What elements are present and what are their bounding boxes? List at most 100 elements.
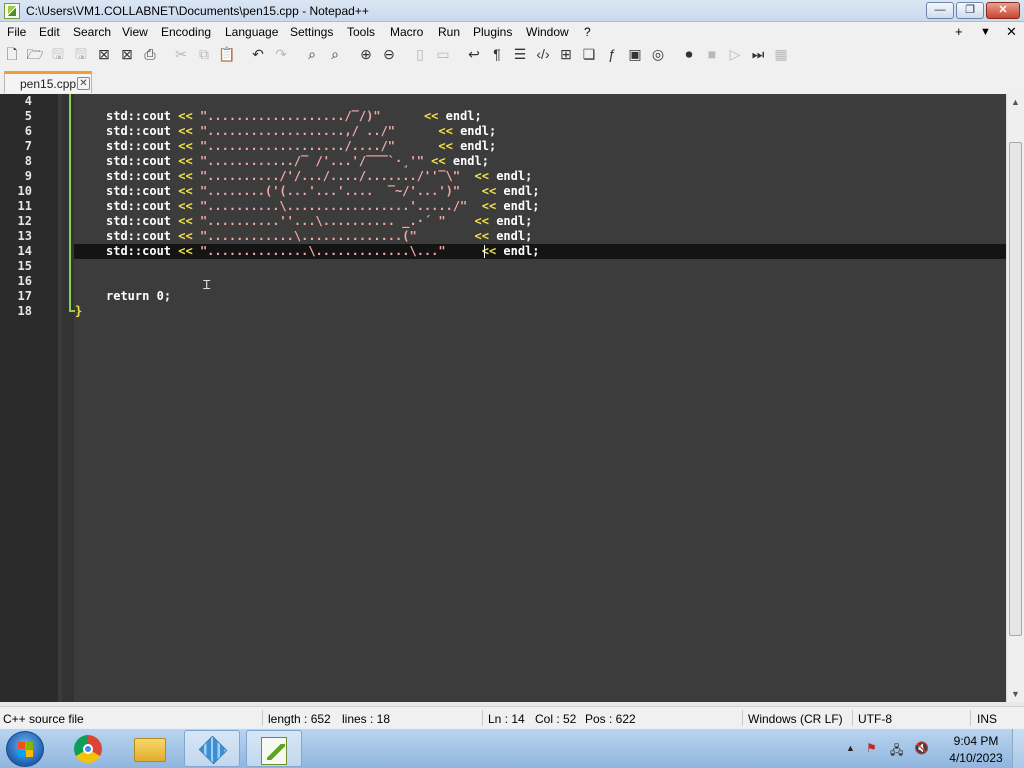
sync-vertical-icon[interactable]: ▯ (411, 45, 429, 63)
focus-mode-icon[interactable]: ◎ (649, 45, 667, 63)
menu-bar: File Edit Search View Encoding Language … (0, 22, 1024, 42)
code-line: std::cout << "...................,/ ../"… (106, 124, 496, 138)
menu-tools[interactable]: Tools (347, 25, 375, 39)
save-icon[interactable]: 🖫 (49, 45, 67, 63)
menu-view[interactable]: View (122, 25, 148, 39)
tab-pen15-cpp[interactable]: pen15.cpp ✕ (4, 71, 92, 93)
close-all-icon[interactable]: ⊠ (118, 45, 136, 63)
minimize-button[interactable]: — (926, 2, 954, 19)
menu-file[interactable]: File (7, 25, 26, 39)
menu-search[interactable]: Search (73, 25, 111, 39)
line-number: 13 (17, 229, 32, 243)
copy-icon[interactable]: ⧉ (195, 45, 213, 63)
status-separator (262, 710, 263, 726)
code-token-endl: endl; (445, 109, 482, 123)
close-document-icon[interactable]: ✕ (1006, 24, 1017, 40)
code-token-operator: << (178, 214, 193, 228)
menu-language[interactable]: Language (225, 25, 278, 39)
status-insert-mode[interactable]: INS (977, 712, 997, 726)
new-tab-plus-icon[interactable]: + (955, 24, 963, 39)
restore-button[interactable]: ❐ (956, 2, 984, 19)
undo-icon[interactable]: ↶ (249, 45, 267, 63)
word-wrap-icon[interactable]: ↩ (465, 45, 483, 63)
code-token-string: "..........\.................'...../" (199, 199, 468, 213)
vertical-scrollbar[interactable]: ▲ ▼ (1006, 94, 1024, 702)
new-file-icon[interactable]: 🗋 (3, 45, 21, 63)
show-desktop-button[interactable] (1012, 729, 1024, 768)
line-number: 15 (17, 259, 32, 273)
stop-macro-icon[interactable]: ■ (703, 45, 721, 63)
taskbar-notepadpp[interactable] (246, 730, 302, 767)
menu-run[interactable]: Run (438, 25, 460, 39)
taskbar-file-explorer[interactable] (122, 730, 178, 767)
action-center-flag-icon[interactable]: ⚑ (866, 741, 877, 755)
sync-horizontal-icon[interactable]: ▭ (434, 45, 452, 63)
title-bar[interactable]: C:\Users\VM1.COLLABNET\Documents\pen15.c… (0, 0, 1024, 22)
replace-icon[interactable]: ⌕ (326, 45, 344, 63)
menu-help[interactable]: ? (584, 25, 591, 39)
run-macro-multiple-icon[interactable]: ⏭ (749, 45, 767, 63)
line-number: 5 (24, 109, 32, 123)
clock-date[interactable]: 4/10/2023 (944, 751, 1008, 765)
zoom-in-icon[interactable]: ⊕ (357, 45, 375, 63)
code-token-operator: << (438, 139, 453, 153)
volume-muted-icon[interactable]: 🔇 (914, 741, 929, 755)
line-number: 8 (24, 154, 32, 168)
menu-encoding[interactable]: Encoding (161, 25, 211, 39)
save-all-icon[interactable]: 🖫 (72, 45, 90, 63)
code-token-operator: << (431, 154, 446, 168)
xml-tag-icon[interactable]: ‹/› (534, 45, 552, 63)
document-map-icon[interactable]: ⊞ (557, 45, 575, 63)
code-line: std::cout << "..........\...............… (106, 199, 540, 213)
function-list-icon[interactable]: ❏ (580, 45, 598, 63)
zoom-out-icon[interactable]: ⊖ (380, 45, 398, 63)
play-macro-icon[interactable]: ▷ (726, 45, 744, 63)
save-macro-icon[interactable]: ▦ (772, 45, 790, 63)
fold-margin[interactable] (62, 94, 74, 702)
status-length: length : 652 (268, 712, 331, 726)
notepadpp-app-icon[interactable] (4, 3, 20, 19)
tab-close-icon[interactable]: ✕ (77, 77, 90, 90)
code-token-cout: std::cout (106, 169, 172, 183)
monitor-icon[interactable]: ▣ (626, 45, 644, 63)
taskbar-virtualbox[interactable] (184, 730, 240, 767)
close-icon[interactable]: ⊠ (95, 45, 113, 63)
menu-macro[interactable]: Macro (390, 25, 423, 39)
cut-icon[interactable]: ✂ (172, 45, 190, 63)
menu-settings[interactable]: Settings (290, 25, 333, 39)
status-encoding[interactable]: UTF-8 (858, 712, 892, 726)
print-icon[interactable]: ⎙ (141, 45, 159, 63)
code-token-operator: << (481, 199, 497, 213)
menu-window[interactable]: Window (526, 25, 569, 39)
function-icon[interactable]: ƒ (603, 45, 621, 63)
scrollbar-thumb[interactable] (1009, 142, 1022, 636)
redo-icon[interactable]: ↷ (272, 45, 290, 63)
scroll-up-arrow-icon[interactable]: ▲ (1007, 94, 1024, 110)
taskbar-chrome[interactable] (60, 730, 116, 767)
menu-edit[interactable]: Edit (39, 25, 60, 39)
close-window-button[interactable]: ✕ (986, 2, 1020, 19)
open-file-icon[interactable]: 🗁 (26, 45, 44, 63)
code-token-operator: << (178, 184, 193, 198)
windows-logo-icon (18, 742, 34, 758)
show-all-chars-icon[interactable]: ¶ (488, 45, 506, 63)
menu-plugins[interactable]: Plugins (473, 25, 512, 39)
indent-guide-icon[interactable]: ☰ (511, 45, 529, 63)
start-button[interactable] (6, 731, 44, 767)
code-editor[interactable]: 4 5 std::cout << ".................../‾/)"… (0, 94, 1006, 702)
status-separator (970, 710, 971, 726)
scroll-down-arrow-icon[interactable]: ▼ (1007, 686, 1024, 702)
code-token-operator: << (178, 124, 193, 138)
tab-list-dropdown-icon[interactable]: ▼ (980, 26, 991, 38)
record-macro-icon[interactable]: ⏺ (680, 45, 698, 63)
network-icon[interactable]: 🖧 (890, 741, 903, 762)
code-line: std::cout << "............/‾ /'...'/‾‾‾`… (106, 154, 489, 168)
code-token-brace: } (75, 304, 83, 318)
clock-time[interactable]: 9:04 PM (948, 734, 1004, 748)
find-icon[interactable]: ⌕ (303, 45, 321, 63)
status-eol[interactable]: Windows (CR LF) (748, 712, 843, 726)
line-number: 14 (17, 244, 32, 258)
show-hidden-icons-chevron[interactable]: ▲ (846, 743, 855, 753)
paste-icon[interactable]: 📋 (218, 45, 236, 63)
